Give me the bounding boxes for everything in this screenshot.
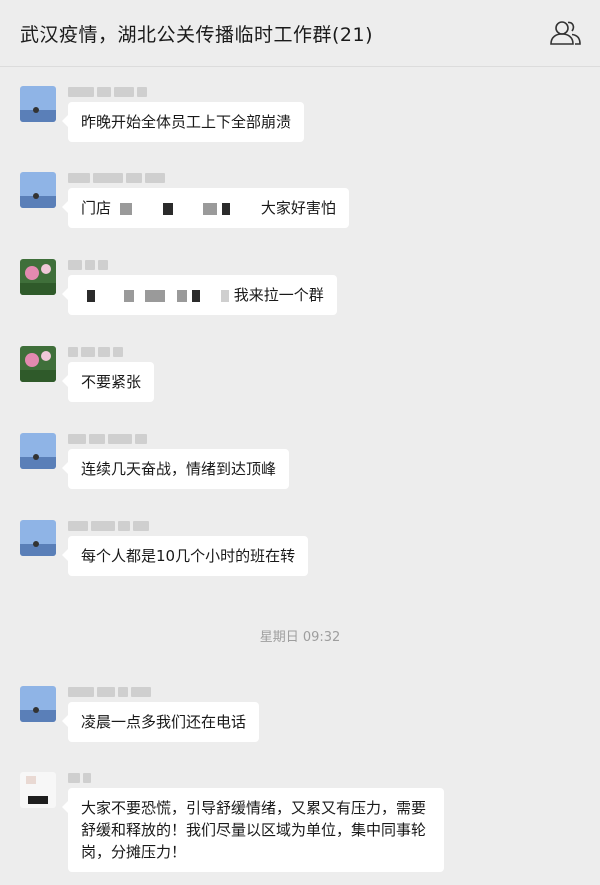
message-text: 每个人都是10几个小时的班在转: [81, 547, 296, 565]
message-bubble[interactable]: 连续几天奋战，情绪到达顶峰: [61, 449, 290, 489]
message-bubble[interactable]: 大家不要恐慌，引导舒缓情绪，又累又有压力，需要舒缓和释放的！我们尽量以区域为单位…: [62, 788, 444, 872]
sender-name: [68, 520, 149, 532]
message-text: 门店: [81, 199, 112, 217]
sender-name: [68, 86, 147, 98]
timestamp: 星期日 09:32: [259, 630, 341, 645]
sender-name: [68, 172, 165, 184]
sender-name: [68, 686, 151, 698]
avatar[interactable]: [20, 772, 56, 808]
message-text: 凌晨一点多我们还在电话: [81, 713, 247, 731]
avatar[interactable]: [20, 259, 56, 295]
redaction: [220, 289, 229, 302]
sender-name: [68, 259, 108, 271]
message-text: 不要紧张: [81, 373, 142, 391]
message-bubble[interactable]: 不要紧张: [61, 362, 155, 402]
message-bubble[interactable]: 我来拉一个群: [62, 275, 337, 315]
redaction: [119, 202, 132, 215]
avatar[interactable]: [20, 172, 56, 208]
message-text: 连续几天奋战，情绪到达顶峰: [81, 460, 277, 478]
redaction: [203, 202, 218, 215]
avatar[interactable]: [20, 520, 56, 556]
chat-header: 武汉疫情，湖北公关传播临时工作群(21): [0, 0, 600, 67]
message-text: 大家好害怕: [260, 199, 336, 217]
avatar[interactable]: [20, 686, 56, 722]
message-text: 大家不要恐慌，引导舒缓情绪，又累又有压力，需要舒缓和释放的！我们尽量以区域为单位…: [81, 799, 427, 861]
message-bubble[interactable]: 凌晨一点多我们还在电话: [61, 702, 260, 742]
sender-name: [68, 346, 123, 358]
message-bubble[interactable]: 每个人都是10几个小时的班在转: [61, 536, 309, 576]
redaction: [192, 289, 201, 302]
message-text: 我来拉一个群: [233, 286, 324, 304]
redaction: [177, 289, 188, 302]
redaction: [222, 202, 231, 215]
redaction: [144, 289, 165, 302]
message-bubble[interactable]: 门店 大家好害怕: [62, 188, 349, 228]
avatar[interactable]: [20, 86, 56, 122]
chat-title: 武汉疫情，湖北公关传播临时工作群(21): [20, 24, 374, 46]
redaction: [123, 289, 134, 302]
avatar[interactable]: [20, 433, 56, 469]
sender-name: [68, 772, 91, 784]
sender-name: [68, 433, 147, 445]
redaction: [87, 289, 95, 302]
redaction: [162, 202, 173, 215]
avatar[interactable]: [20, 346, 56, 382]
message-bubble[interactable]: 昨晚开始全体员工上下全部崩溃: [61, 102, 305, 142]
message-text: 昨晚开始全体员工上下全部崩溃: [81, 113, 292, 131]
group-members-icon[interactable]: [549, 18, 583, 48]
